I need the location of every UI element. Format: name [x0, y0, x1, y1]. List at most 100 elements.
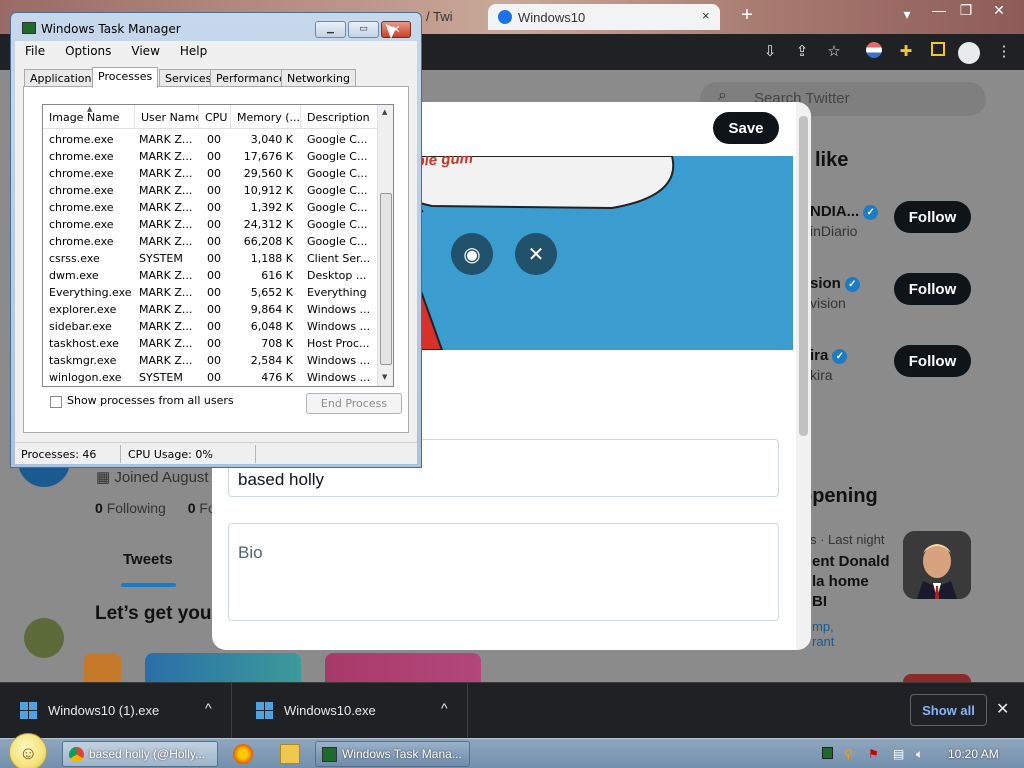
show-all-users-checkbox[interactable]	[50, 396, 62, 408]
process-row[interactable]: chrome.exe MARK Z... 00 1,392 K Google C...	[43, 199, 378, 216]
system-clock[interactable]: 10:20 AM	[948, 747, 999, 761]
process-list-header: Image Name User Name CPU Memory (... Des…	[43, 105, 378, 129]
process-cpu: 00	[207, 371, 221, 384]
process-list[interactable]: Image Name User Name CPU Memory (... Des…	[42, 104, 394, 387]
trend-card[interactable]	[903, 674, 971, 682]
menu-options[interactable]: Options	[55, 41, 121, 61]
firefox-icon[interactable]	[233, 744, 253, 764]
follow-button[interactable]: Follow	[894, 345, 971, 377]
column-memory[interactable]: Memory (...	[231, 105, 301, 129]
trend-meta: s · Last night	[810, 532, 885, 547]
save-button[interactable]: Save	[713, 112, 779, 144]
menu-file[interactable]: File	[15, 41, 55, 61]
onboarding-card[interactable]	[325, 653, 481, 682]
process-row[interactable]: taskmgr.exe MARK Z... 00 2,584 K Windows ...	[43, 352, 378, 369]
bookmark-star-icon[interactable]: ☆	[824, 42, 844, 60]
process-row[interactable]: Everything.exe MARK Z... 00 5,652 K Everythi…	[43, 284, 378, 301]
process-row[interactable]: chrome.exe MARK Z... 00 17,676 K Google C...	[43, 148, 378, 165]
maximize-browser-button[interactable]: ❐	[952, 2, 980, 19]
extension-flag-icon[interactable]	[864, 42, 884, 62]
process-row[interactable]: taskhost.exe MARK Z... 00 708 K Host Proc...	[43, 335, 378, 352]
follow-button[interactable]: Follow	[894, 273, 971, 305]
process-list-scrollbar[interactable]: ▲ ▼	[377, 105, 393, 386]
tab-performance[interactable]: Performance	[210, 69, 292, 87]
bio-field[interactable]: Bio	[228, 523, 779, 621]
profile-avatar-icon[interactable]	[958, 42, 980, 68]
account-avatar[interactable]	[24, 618, 64, 658]
start-button[interactable]: ☺	[9, 733, 47, 768]
chevron-up-icon[interactable]: ^	[205, 700, 212, 716]
tray-display-icon[interactable]: ▤	[893, 747, 904, 761]
name-input-value: based holly	[238, 470, 325, 489]
scroll-up-icon[interactable]: ▲	[382, 108, 387, 116]
end-process-button[interactable]: End Process	[306, 393, 402, 414]
menu-help[interactable]: Help	[170, 41, 217, 61]
process-row[interactable]: chrome.exe MARK Z... 00 24,312 K Google C...	[43, 216, 378, 233]
share-icon[interactable]: ⇪	[792, 42, 812, 60]
process-cpu: 00	[207, 235, 221, 248]
tab-search-icon[interactable]: ▾	[893, 6, 921, 23]
chevron-up-icon[interactable]: ^	[441, 700, 448, 716]
menu-view[interactable]: View	[121, 41, 169, 61]
process-row[interactable]: csrss.exe SYSTEM 00 1,188 K Client Ser...	[43, 250, 378, 267]
process-image-name: csrss.exe	[49, 252, 100, 265]
process-row[interactable]: sidebar.exe MARK Z... 00 6,048 K Windows ...	[43, 318, 378, 335]
show-all-downloads-button[interactable]: Show all	[910, 694, 987, 726]
tab-services[interactable]: Services	[159, 69, 218, 87]
tab-processes[interactable]: Processes	[92, 67, 159, 88]
modal-scrollbar[interactable]	[796, 102, 811, 650]
close-download-shelf-icon[interactable]: ✕	[996, 699, 1009, 719]
show-all-users-label[interactable]: Show processes from all users	[67, 394, 234, 407]
trend-headline[interactable]: ent Donald la home BI	[812, 552, 890, 612]
taskbar-button-task-manager[interactable]: Windows Task Mana...	[315, 741, 470, 767]
new-tab-button[interactable]: +	[733, 4, 761, 27]
extensions-puzzle-icon[interactable]: ✚	[896, 42, 916, 60]
tab-tweets[interactable]: Tweets	[123, 551, 173, 568]
chrome-menu-icon[interactable]: ⋮	[994, 42, 1014, 60]
following-label[interactable]: Following	[107, 500, 166, 516]
process-row[interactable]: chrome.exe MARK Z... 00 3,040 K Google C...	[43, 131, 378, 148]
trend-related[interactable]: mp, rant	[812, 619, 834, 649]
scrollbar-thumb[interactable]	[380, 193, 392, 365]
process-row[interactable]: winlogon.exe SYSTEM 00 476 K Windows ...	[43, 369, 378, 386]
trend-thumbnail[interactable]	[903, 531, 971, 599]
taskbar-button-chrome[interactable]: based holly (@Holly...	[62, 741, 218, 767]
remove-photo-close-icon[interactable]: ✕	[515, 233, 557, 275]
minimize-button[interactable]: ▁	[315, 21, 346, 38]
process-row[interactable]: explorer.exe MARK Z... 00 9,864 K Windows ..…	[43, 301, 378, 318]
close-tab-icon[interactable]: ×	[702, 8, 710, 23]
browser-tab-windows10[interactable]: Windows10 ×	[488, 4, 720, 30]
process-row[interactable]: dwm.exe MARK Z... 00 616 K Desktop ...	[43, 267, 378, 284]
scrollbar-thumb[interactable]	[799, 116, 808, 436]
tab-networking[interactable]: Networking	[281, 69, 356, 87]
download-item[interactable]: Windows10 (1).exe ^	[0, 683, 232, 739]
minimize-browser-button[interactable]: —	[925, 2, 953, 18]
install-app-icon[interactable]: ⇩	[760, 42, 780, 60]
tray-search-icon[interactable]: ⚲	[844, 747, 853, 761]
tray-task-manager-icon[interactable]	[822, 747, 833, 759]
process-row[interactable]: chrome.exe MARK Z... 00 10,912 K Google C...	[43, 182, 378, 199]
onboarding-card[interactable]	[84, 653, 121, 682]
process-row[interactable]: chrome.exe MARK Z... 00 29,560 K Google C...	[43, 165, 378, 182]
column-description[interactable]: Description	[301, 105, 378, 129]
side-panel-icon[interactable]	[928, 42, 948, 60]
column-cpu[interactable]: CPU	[199, 105, 231, 129]
close-browser-button[interactable]: ✕	[985, 2, 1013, 19]
scroll-down-icon[interactable]: ▼	[382, 373, 387, 381]
process-image-name: taskhost.exe	[49, 337, 119, 350]
file-explorer-icon[interactable]	[280, 744, 300, 764]
suggestion-name: NDIA...	[810, 203, 860, 220]
process-user-name: MARK Z...	[139, 150, 193, 163]
follow-button[interactable]: Follow	[894, 201, 971, 233]
download-item[interactable]: Windows10.exe ^	[236, 683, 468, 739]
process-description: Google C...	[307, 218, 368, 231]
process-row[interactable]: chrome.exe MARK Z... 00 66,208 K Google C...	[43, 233, 378, 250]
process-memory: 476 K	[261, 371, 293, 384]
maximize-button[interactable]: ▭	[348, 21, 379, 38]
tray-volume-icon[interactable]: 🔈︎	[916, 747, 923, 762]
column-user-name[interactable]: User Name	[135, 105, 199, 129]
add-photo-camera-icon[interactable]: ◉	[451, 233, 493, 275]
tray-network-warning-icon[interactable]: ⚑	[868, 747, 879, 761]
process-image-name: chrome.exe	[49, 133, 114, 146]
onboarding-card[interactable]	[145, 653, 301, 682]
